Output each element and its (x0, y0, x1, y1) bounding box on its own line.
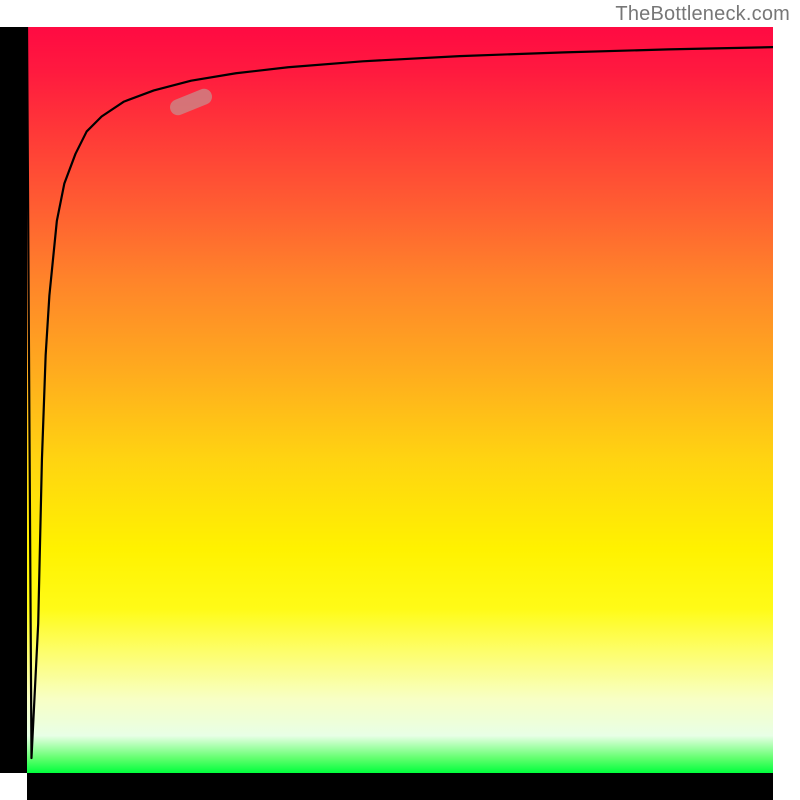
y-axis-bar (0, 27, 27, 773)
heat-gradient-background (27, 27, 773, 773)
x-axis-bar (27, 773, 773, 800)
plot-area (27, 27, 773, 773)
attribution-text: TheBottleneck.com (615, 3, 790, 26)
chart-frame: TheBottleneck.com (0, 0, 800, 800)
